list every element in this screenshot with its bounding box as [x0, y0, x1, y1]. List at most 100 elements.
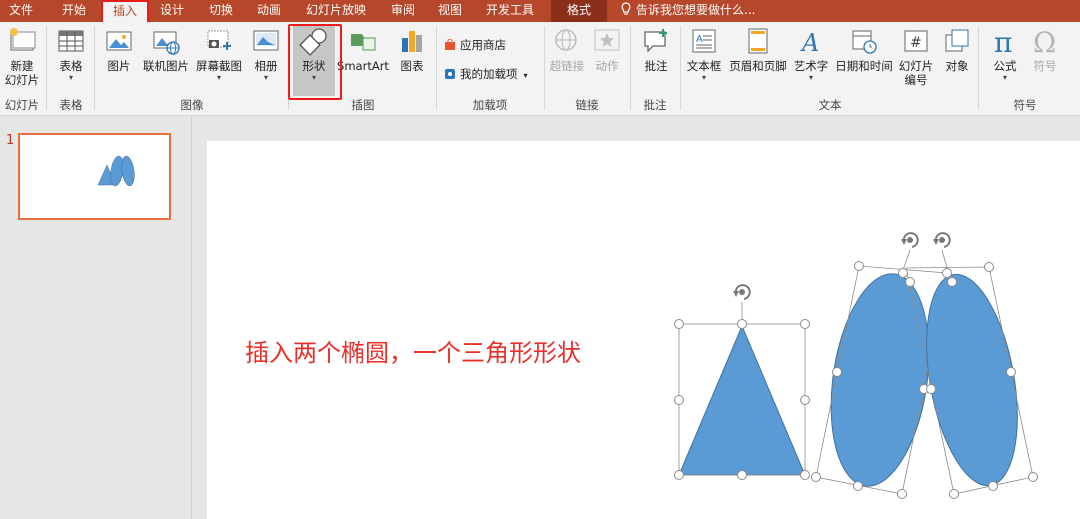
picture-icon: [106, 31, 132, 51]
online-picture-label: 联机图片: [143, 59, 189, 73]
slide-thumbnail-number: 1: [6, 133, 15, 148]
slide-thumbnail[interactable]: [18, 133, 171, 220]
tab-format[interactable]: 格式: [551, 0, 607, 22]
pi-icon: π: [994, 26, 1012, 56]
omega-icon: Ω: [1033, 26, 1056, 56]
object-button[interactable]: 对象: [940, 26, 974, 73]
album-button[interactable]: 相册 ▾: [248, 26, 284, 82]
svg-text:A: A: [696, 34, 703, 45]
chevron-down-icon: ▾: [808, 73, 813, 82]
header-footer-label: 页眉和页脚: [729, 59, 787, 73]
chevron-down-icon: ▾: [216, 73, 221, 82]
chevron-down-icon: ▾: [1002, 73, 1007, 82]
slide-number-button[interactable]: # 幻灯片 编号: [896, 26, 936, 87]
album-label: 相册: [254, 59, 278, 73]
slide-number-label-1: 幻灯片: [898, 59, 934, 73]
comment-button[interactable]: 批注: [636, 26, 676, 73]
screenshot-label: 屏幕截图: [196, 59, 242, 73]
table-button[interactable]: 表格 ▾: [52, 26, 90, 82]
app-store-button[interactable]: 应用商店: [444, 37, 506, 53]
group-label-images: 图像: [180, 98, 204, 112]
tab-review[interactable]: 审阅: [383, 0, 423, 22]
textbox-button[interactable]: A 文本框 ▾: [684, 26, 724, 82]
svg-text:A: A: [800, 29, 819, 56]
screenshot-icon: [207, 30, 231, 50]
online-picture-button[interactable]: 联机图片: [140, 26, 192, 73]
ribbon: 新建 幻灯片 幻灯片 表格 ▾ 表格 图片 联机图片 屏幕截图 ▾ 相册 ▾ 图…: [0, 22, 1080, 116]
store-bag-icon: [445, 39, 455, 50]
chart-button[interactable]: 图表: [396, 26, 428, 73]
textbox-icon: A: [692, 29, 716, 53]
my-addins-label: 我的加载项: [460, 67, 518, 81]
datetime-label: 日期和时间: [835, 59, 893, 73]
chevron-down-icon: ▾: [701, 73, 706, 82]
ribbon-tab-bar: 文件 开始 插入 设计 切换 动画 幻灯片放映 审阅 视图 开发工具 格式 告诉…: [0, 0, 1080, 22]
picture-label: 图片: [107, 59, 131, 73]
object-icon: [945, 29, 969, 52]
picture-button[interactable]: 图片: [100, 26, 138, 73]
new-slide-label-1: 新建: [10, 59, 34, 73]
chevron-down-icon: ▾: [263, 73, 268, 82]
screenshot-button[interactable]: 屏幕截图 ▾: [193, 26, 245, 82]
group-label-tables: 表格: [59, 98, 83, 112]
tab-slideshow[interactable]: 幻灯片放映: [296, 0, 376, 22]
chevron-down-icon: ▾: [68, 73, 73, 82]
svg-text:#: #: [910, 35, 922, 51]
equation-button[interactable]: π 公式 ▾: [986, 26, 1024, 82]
star-icon: [594, 29, 620, 51]
tab-view[interactable]: 视图: [430, 0, 470, 22]
action-label: 动作: [595, 59, 619, 73]
tell-me-text: 告诉我您想要做什么...: [636, 3, 756, 17]
comment-label: 批注: [644, 59, 668, 73]
hyperlink-label: 超链接: [549, 59, 585, 73]
tab-file[interactable]: 文件: [0, 0, 42, 22]
photo-album-icon: [253, 30, 279, 51]
shapes-button-highlight: [288, 24, 342, 100]
bar-chart-icon: [402, 31, 422, 52]
header-footer-button[interactable]: 页眉和页脚: [726, 26, 790, 73]
comment-icon: [644, 29, 667, 53]
svg-text:π: π: [994, 26, 1012, 56]
group-label-addins: 加载项: [472, 98, 508, 112]
chart-label: 图表: [400, 59, 424, 73]
new-slide-button[interactable]: 新建 幻灯片: [2, 26, 42, 87]
smartart-icon: [351, 34, 376, 51]
object-label: 对象: [945, 59, 969, 73]
equation-label: 公式: [993, 59, 1017, 73]
tab-animations[interactable]: 动画: [249, 0, 289, 22]
tab-transitions[interactable]: 切换: [201, 0, 241, 22]
action-button[interactable]: 动作: [590, 26, 624, 73]
tab-home[interactable]: 开始: [54, 0, 94, 22]
thumbnail-preview: [97, 155, 135, 187]
svg-text:Ω: Ω: [1033, 26, 1056, 56]
chevron-down-icon: ▾: [523, 71, 528, 80]
hyperlink-button[interactable]: 超链接: [547, 26, 587, 73]
header-footer-icon: [748, 28, 768, 54]
tab-insert[interactable]: 插入: [101, 0, 149, 22]
tab-developer[interactable]: 开发工具: [478, 0, 542, 22]
tell-me-box[interactable]: 告诉我您想要做什么...: [620, 0, 755, 22]
addins-icon: [445, 69, 455, 79]
group-label-comments: 批注: [643, 98, 667, 112]
smartart-label: SmartArt: [337, 59, 389, 73]
symbol-button[interactable]: Ω 符号: [1028, 26, 1062, 73]
smartart-button[interactable]: SmartArt: [336, 26, 390, 73]
lightbulb-icon: [621, 2, 631, 15]
hash-icon: #: [904, 30, 928, 52]
symbol-label: 符号: [1033, 59, 1057, 73]
group-label-text: 文本: [818, 98, 842, 112]
my-addins-button[interactable]: 我的加载项 ▾: [444, 66, 528, 82]
datetime-button[interactable]: 日期和时间: [832, 26, 896, 73]
app-store-label: 应用商店: [460, 38, 506, 52]
wordart-button[interactable]: A 艺术字 ▾: [792, 26, 830, 82]
group-label-links: 链接: [575, 98, 599, 112]
group-label-symbols: 符号: [1013, 98, 1037, 112]
wordart-icon: A: [800, 29, 819, 56]
slide-caption-text[interactable]: 插入两个椭圆，一个三角形形状: [245, 333, 581, 368]
slide-canvas[interactable]: [207, 141, 1080, 519]
new-slide-icon: [10, 28, 36, 51]
calendar-clock-icon: [852, 30, 877, 54]
table-icon: [58, 30, 84, 52]
slide-number-label-2: 编号: [904, 73, 928, 87]
tab-design[interactable]: 设计: [152, 0, 192, 22]
